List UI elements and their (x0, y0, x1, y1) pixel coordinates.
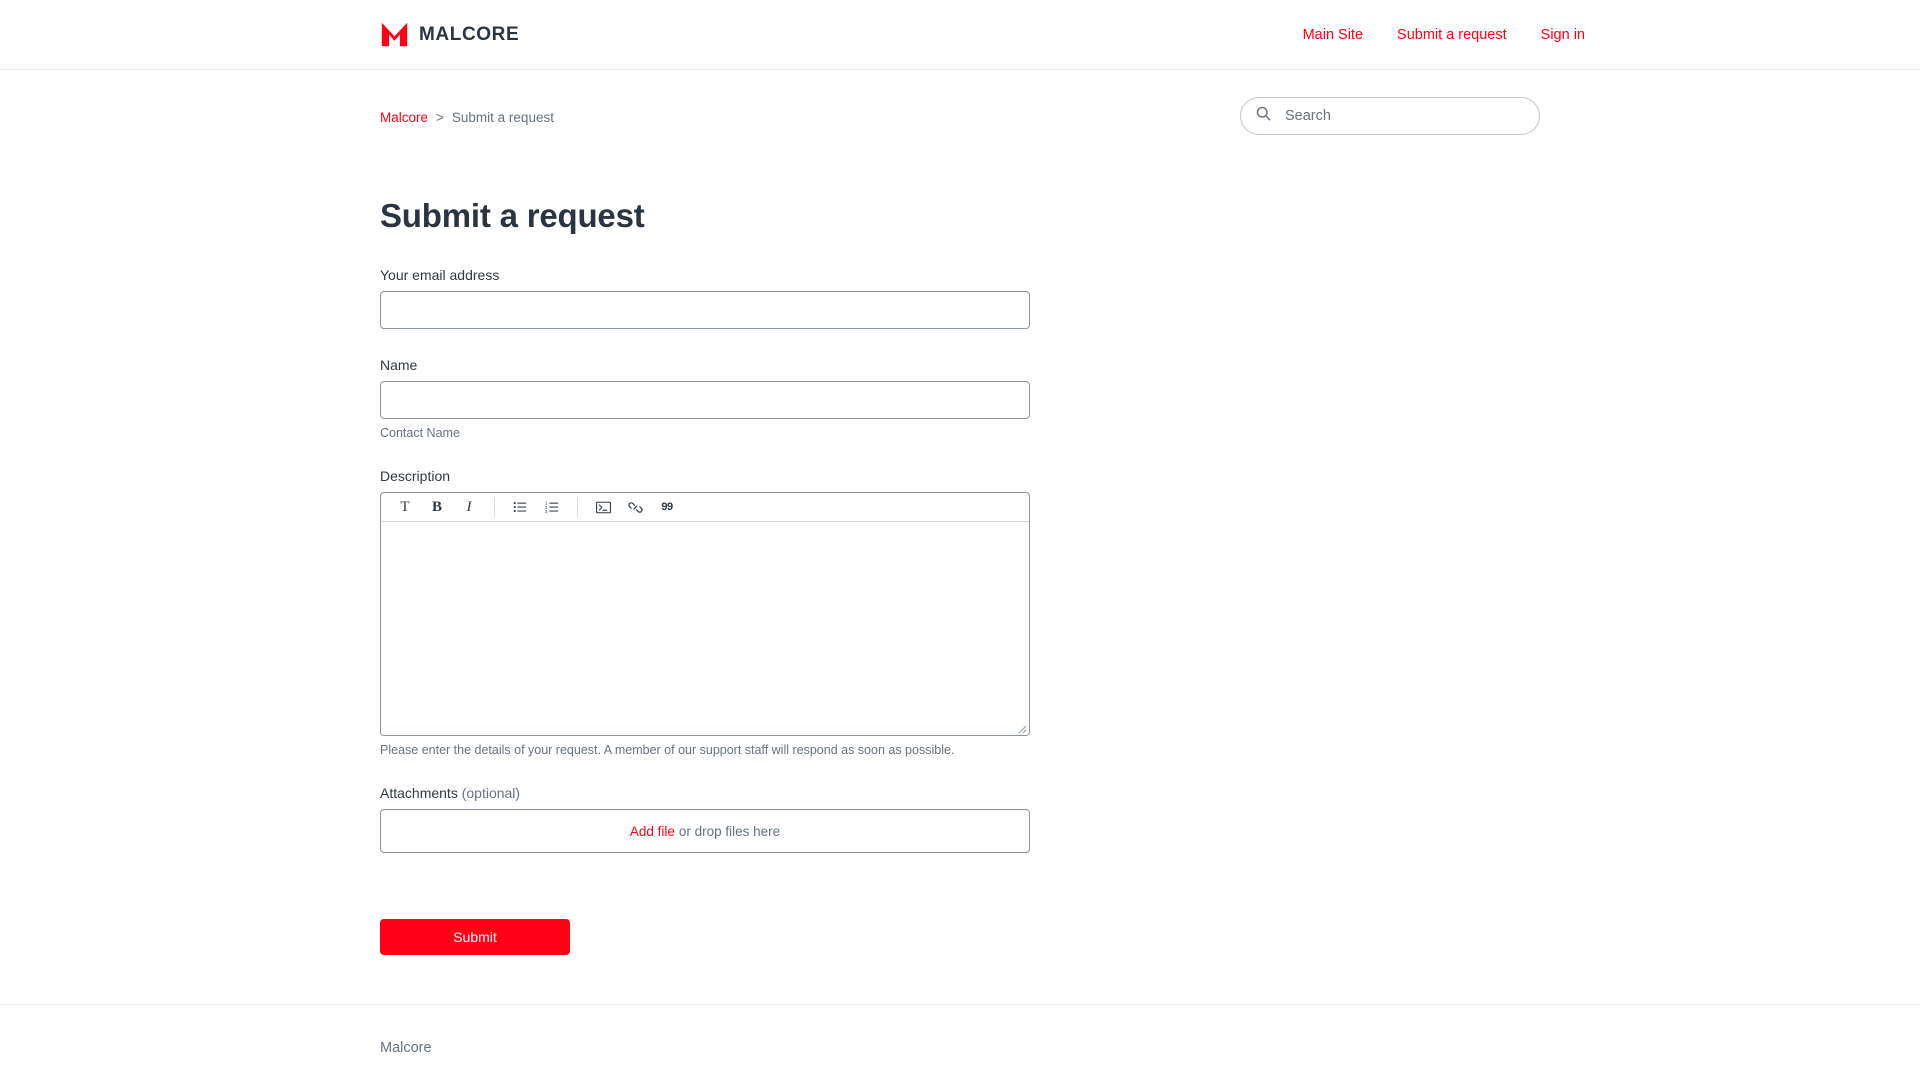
breadcrumb-search-row: Malcore > Submit a request (0, 97, 1920, 135)
name-field[interactable] (380, 381, 1030, 419)
nav-link-sign-in[interactable]: Sign in (1541, 27, 1585, 43)
description-input[interactable] (381, 522, 1029, 735)
name-label: Name (380, 357, 418, 373)
link-icon[interactable] (619, 494, 651, 521)
field-name: Name Contact Name (380, 357, 1540, 440)
name-hint: Contact Name (380, 426, 460, 440)
malcore-m-logo-icon (380, 20, 409, 49)
description-hint: Please enter the details of your request… (380, 743, 955, 757)
breadcrumb-separator-icon: > (436, 110, 444, 125)
toolbar-divider (577, 497, 578, 517)
search-container (1240, 97, 1540, 135)
toolbar-divider (494, 497, 495, 517)
submit-button[interactable]: Submit (380, 919, 570, 955)
search-input[interactable] (1283, 107, 1525, 125)
field-attachments: Attachments (optional) Add file or drop … (380, 785, 1540, 853)
field-description: Description T B I 1 2 3 99 Please enter … (380, 468, 1540, 757)
add-file-link[interactable]: Add file (630, 824, 675, 839)
attachments-label-text: Attachments (380, 785, 458, 801)
blockquote-icon[interactable]: 99 (651, 494, 683, 521)
search-icon (1255, 105, 1272, 127)
bold-icon[interactable]: B (421, 494, 453, 521)
numbered-list-icon[interactable]: 1 2 3 (536, 494, 568, 521)
site-header: MALCORE Main Site Submit a request Sign … (0, 0, 1920, 70)
description-editor: T B I 1 2 3 99 (380, 492, 1030, 736)
breadcrumb-item-malcore[interactable]: Malcore (380, 110, 428, 125)
nav-link-submit-a-request[interactable]: Submit a request (1397, 27, 1507, 43)
nav-link-main-site[interactable]: Main Site (1303, 27, 1363, 43)
page-title: Submit a request (380, 197, 645, 234)
email-field[interactable] (380, 291, 1030, 329)
text-style-icon[interactable]: T (389, 494, 421, 521)
editor-toolbar: T B I 1 2 3 99 (381, 493, 1029, 522)
svg-text:3: 3 (545, 509, 548, 514)
field-email: Your email address (380, 267, 1540, 329)
email-label: Your email address (380, 267, 500, 283)
logo-text: MALCORE (419, 23, 520, 45)
drop-files-text: or drop files here (678, 823, 781, 839)
main-content: Submit a request Your email address Name… (0, 197, 1920, 955)
bulleted-list-icon[interactable] (504, 494, 536, 521)
site-footer: Malcore (0, 1004, 1920, 1057)
italic-icon[interactable]: I (453, 494, 485, 521)
breadcrumb-item-current: Submit a request (451, 110, 554, 125)
search-box[interactable] (1240, 97, 1540, 135)
attachments-optional-text: (optional) (461, 785, 521, 801)
breadcrumb: Malcore > Submit a request (380, 97, 554, 125)
description-label: Description (380, 468, 451, 484)
code-block-icon[interactable] (587, 494, 619, 521)
attachments-label: Attachments (optional) (380, 785, 1540, 801)
site-logo[interactable]: MALCORE (380, 20, 519, 49)
attachments-dropzone[interactable]: Add file or drop files here (380, 809, 1030, 853)
footer-link-malcore[interactable]: Malcore (380, 1040, 432, 1056)
header-nav: Main Site Submit a request Sign in (1303, 27, 1585, 43)
